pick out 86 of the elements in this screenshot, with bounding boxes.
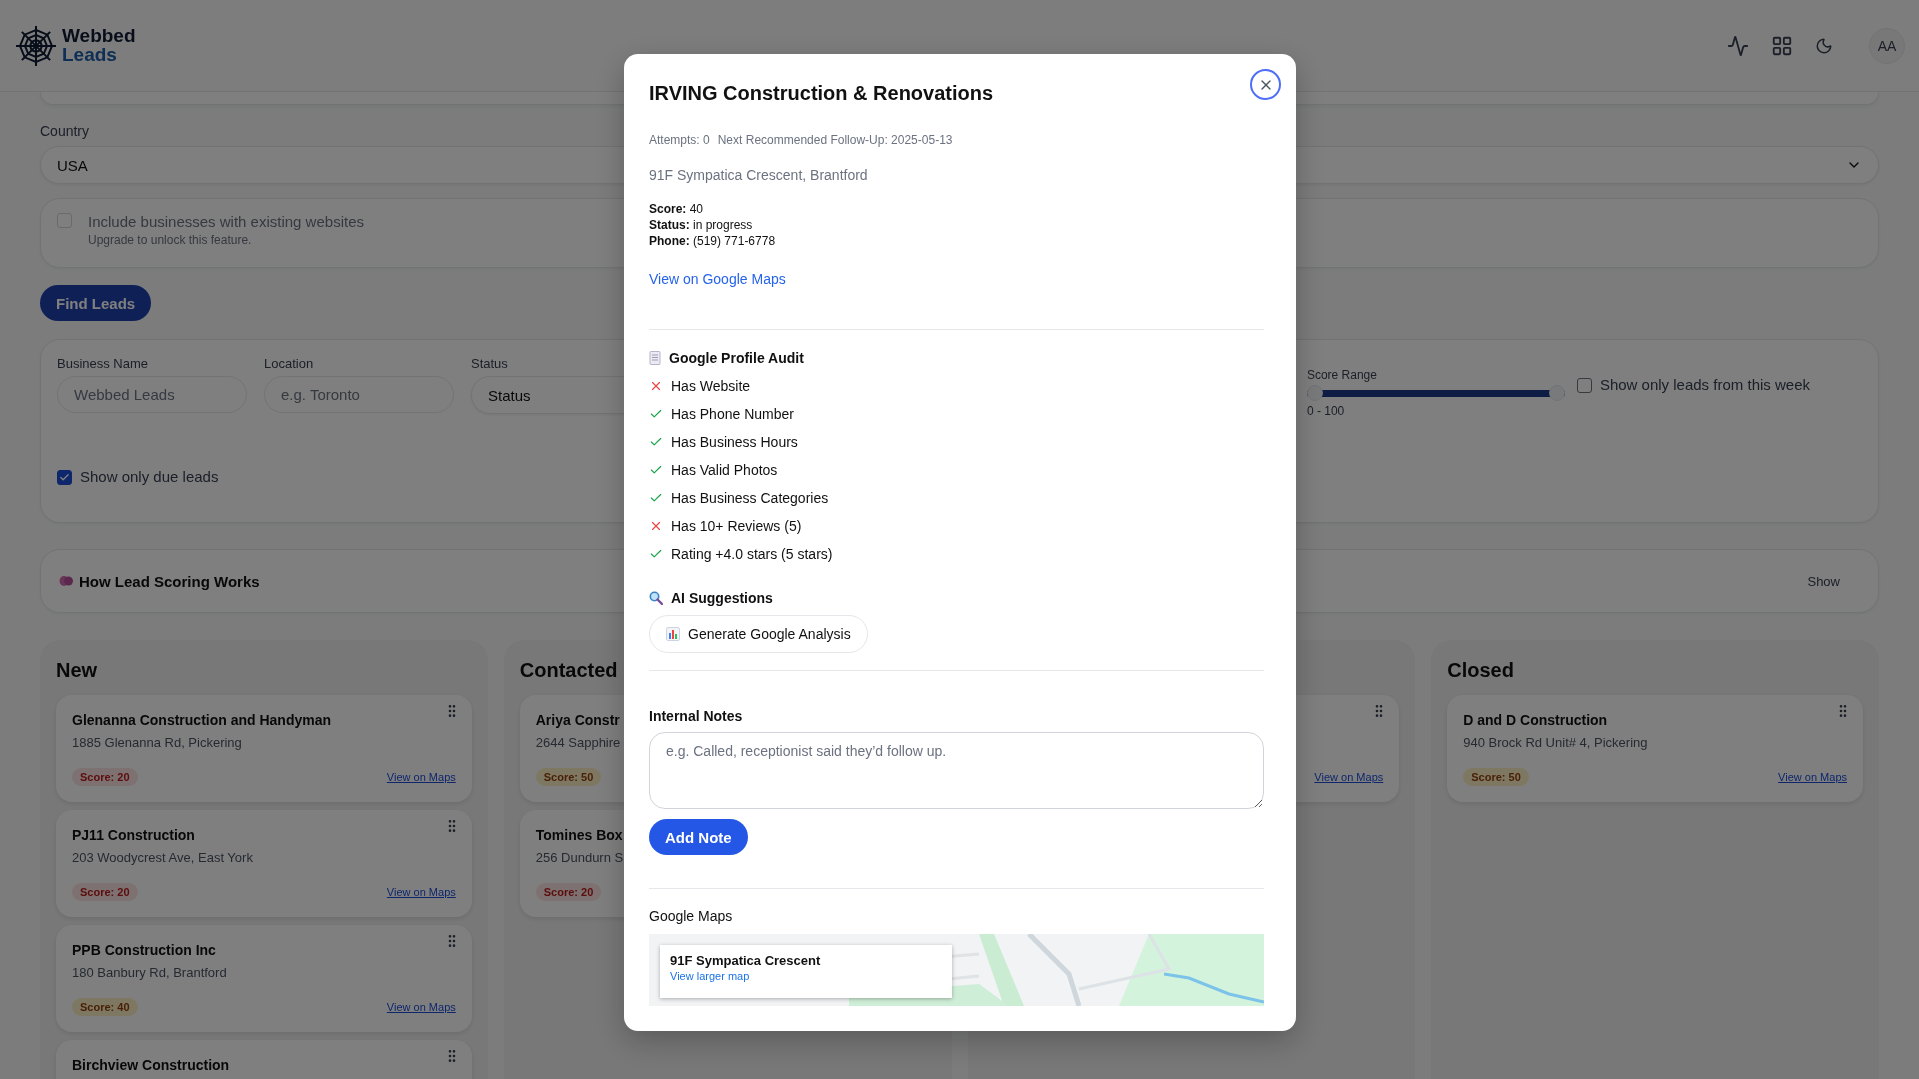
lead-address: 1885 Glenanna Rd, Pickering xyxy=(72,734,242,752)
score-badge: Score: 50 xyxy=(1463,768,1529,786)
slider-thumb[interactable] xyxy=(1306,385,1323,401)
activity-icon[interactable] xyxy=(1727,34,1749,57)
lead-address: 256 Dundurn S xyxy=(535,849,624,867)
maps-link[interactable]: View on Maps xyxy=(386,771,456,783)
lead-name: Ariya Constr xyxy=(535,711,620,729)
lead-name: PPB Construction Inc xyxy=(72,941,216,959)
audit-item: Rating +4.0 stars (5 stars) xyxy=(671,545,833,564)
logo-text: Leads xyxy=(62,45,118,64)
column-title: Contacted xyxy=(519,658,619,683)
lead-address: 940 Brock Rd Unit# 4, Pickering xyxy=(1463,734,1648,752)
lead-fact: Status: in progress xyxy=(649,217,754,233)
section-title: Internal Notes xyxy=(649,707,744,726)
slider-thumb[interactable] xyxy=(1548,385,1565,401)
brain-icon xyxy=(59,574,73,588)
google-maps-link[interactable]: View on Google Maps xyxy=(649,269,786,289)
add-note-button[interactable]: Add Note xyxy=(649,819,748,855)
lead-name: Glenanna Construction and Handyman xyxy=(72,711,332,729)
lead-address: 91F Sympatica Crescent, Brantford xyxy=(649,166,869,185)
audit-item: Has Business Hours xyxy=(671,433,798,452)
dialog-title: IRVING Construction & Renovations xyxy=(649,81,995,106)
maps-link[interactable]: View on Maps xyxy=(1314,771,1384,783)
attempts-count: Attempts: 0 xyxy=(649,132,710,148)
section-title: Google Maps xyxy=(649,907,734,926)
find-leads-button[interactable]: Find Leads xyxy=(40,285,152,321)
panel-title: How Lead Scoring Works xyxy=(79,572,260,590)
generate-analysis-button[interactable]: Generate Google Analysis xyxy=(649,615,868,653)
business-name-field[interactable]: Webbed Leads xyxy=(57,376,247,413)
lead-name: Birchview Construction xyxy=(72,1056,230,1074)
score-badge: Score: 40 xyxy=(72,998,138,1016)
column-title: New xyxy=(56,658,99,683)
score-badge: Score: 20 xyxy=(535,883,602,901)
score-badge: Score: 50 xyxy=(535,768,602,786)
lead-name: Tomines Box xyxy=(535,826,623,844)
maps-link[interactable]: View on Maps xyxy=(1778,771,1847,783)
spider-web-icon xyxy=(14,23,58,68)
notes-field[interactable]: e.g. Called, receptionist said they’d follow up. xyxy=(649,732,1264,809)
show-toggle[interactable]: Show xyxy=(1801,572,1846,590)
audit-item: Has Business Categories xyxy=(671,489,829,508)
location-field[interactable]: e.g. Toronto xyxy=(264,376,454,413)
field-label: Business Name xyxy=(57,356,149,371)
lead-address: 2644 Sapphire xyxy=(535,734,621,752)
lead-name: PJ11 Construction xyxy=(72,826,195,844)
lead-card[interactable]: PJ11 Construction 203 Woodycrest Ave, East York Score: 20 View on Maps xyxy=(56,810,472,917)
lead-card[interactable]: Glenanna Construction and Handyman 1885 Glenanna Rd, Pickering Score: 20 View on Maps xyxy=(56,695,472,802)
follow-up-date: Next Recommended Follow-Up: 2025-05-13 xyxy=(717,132,953,148)
section-title: AI Suggestions xyxy=(671,589,773,608)
grid-icon[interactable] xyxy=(1771,34,1793,57)
logo-text: Webbed xyxy=(62,27,136,46)
place-name: 91F Sympatica Crescent xyxy=(670,953,822,968)
bar-chart-icon xyxy=(666,627,680,641)
score-badge: Score: 20 xyxy=(72,768,138,786)
maps-link[interactable]: View on Maps xyxy=(386,886,456,898)
checkbox[interactable] xyxy=(57,469,72,485)
range-reading: 0 - 100 xyxy=(1306,404,1345,418)
larger-map-link[interactable]: View larger map xyxy=(670,970,942,982)
lead-address: 203 Woodycrest Ave, East York xyxy=(72,849,253,867)
moon-icon[interactable] xyxy=(1815,36,1833,55)
section-title: Google Profile Audit xyxy=(669,349,804,368)
checkbox-label: Show only due leads xyxy=(80,468,219,486)
check-icon xyxy=(59,471,70,483)
checkbox-label: Show only leads from this week xyxy=(1599,376,1810,394)
document-icon xyxy=(649,351,661,365)
slider-track[interactable] xyxy=(1306,385,1565,401)
audit-item: Has Valid Photos xyxy=(671,461,778,480)
lead-card[interactable]: D and D Construction 940 Brock Rd Unit# 4, Pickering Score: 50 View on Maps xyxy=(1447,695,1863,802)
lead-card[interactable]: Birchview Construction xyxy=(56,1040,472,1079)
field-label: Status xyxy=(471,356,508,371)
maps-link[interactable]: View on Maps xyxy=(386,1001,456,1013)
lead-name: D and D Construction xyxy=(1463,711,1608,729)
option-label: Include businesses with existing websites xyxy=(88,213,364,231)
checkbox[interactable] xyxy=(1576,377,1592,393)
column-title: Closed xyxy=(1447,658,1515,683)
lead-fact: Score: 40 xyxy=(649,201,705,217)
option-note: Upgrade to unlock this feature. xyxy=(88,233,253,247)
score-badge: Score: 20 xyxy=(72,883,138,901)
field-label: Score Range xyxy=(1306,368,1377,382)
lead-card[interactable]: PPB Construction Inc 180 Banbury Rd, Brantford Score: 40 View on Maps xyxy=(56,925,472,1032)
lead-address: 180 Banbury Rd, Brantford xyxy=(72,964,227,982)
audit-item: Has 10+ Reviews (5) xyxy=(671,517,802,536)
search-icon xyxy=(649,591,663,605)
avatar[interactable]: AA xyxy=(1869,27,1905,64)
field-label: Country xyxy=(40,122,90,140)
lead-fact: Phone: (519) 771-6778 xyxy=(649,233,777,249)
field-label: Location xyxy=(264,356,314,371)
